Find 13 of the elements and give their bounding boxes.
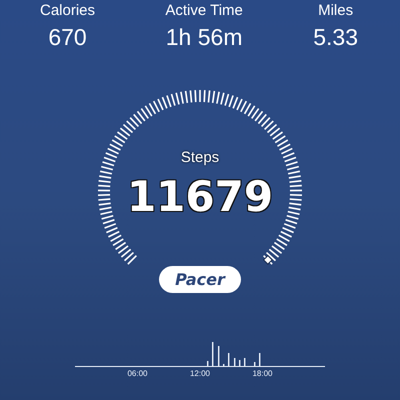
stat-value: 1h 56m [166, 24, 242, 51]
stat-label: Calories [40, 2, 96, 19]
steps-label: Steps [180, 149, 220, 166]
stat-label: Active Time [165, 2, 243, 19]
progress-marker [262, 254, 273, 265]
stat-value: 5.33 [313, 24, 358, 51]
stat-value: 670 [48, 24, 87, 51]
axis-label: 18:00 [252, 369, 273, 378]
axis-label: 12:00 [190, 369, 210, 378]
steps-count: 11679 [126, 172, 274, 221]
brand-logo: Pacer [159, 266, 241, 293]
axis-label: 06:00 [127, 369, 148, 378]
stat-label: Miles [318, 2, 354, 19]
